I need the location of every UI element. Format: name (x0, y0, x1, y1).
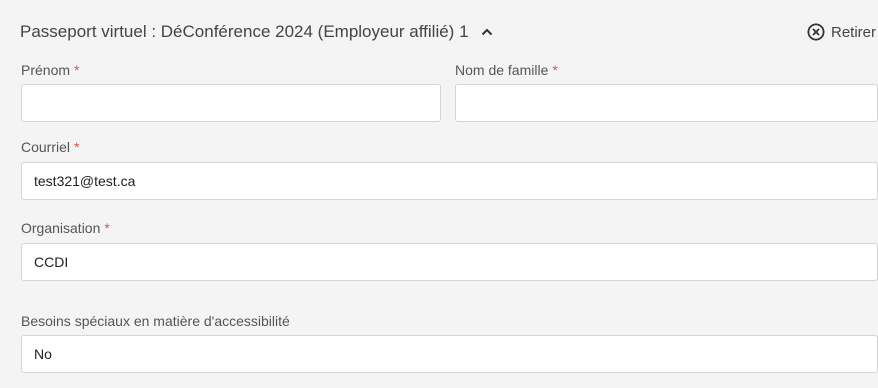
last-name-input[interactable] (455, 84, 878, 122)
email-field[interactable] (21, 162, 878, 200)
first-name-label-text: Prénom (21, 62, 71, 78)
accessibility-input[interactable] (21, 335, 878, 373)
organization-label: Organisation * (21, 220, 110, 236)
close-circle-icon (807, 23, 825, 41)
section-header: Passeport virtuel : DéConférence 2024 (E… (20, 20, 878, 44)
section-title: Passeport virtuel : DéConférence 2024 (E… (20, 22, 469, 41)
accessibility-label: Besoins spéciaux en matière d'accessibil… (21, 313, 290, 329)
remove-label: Retirer (830, 23, 876, 41)
email-label: Courriel * (21, 139, 79, 155)
registration-panel: Passeport virtuel : DéConférence 2024 (E… (0, 0, 878, 388)
collapse-button[interactable] (477, 22, 497, 42)
organization-input[interactable] (21, 243, 878, 281)
required-marker: * (552, 62, 558, 78)
required-marker: * (74, 139, 80, 155)
required-marker: * (74, 62, 80, 78)
email-label-text: Courriel (21, 139, 71, 155)
first-name-input[interactable] (21, 84, 441, 122)
required-marker: * (104, 220, 110, 236)
organization-label-text: Organisation (21, 220, 101, 236)
chevron-up-icon (481, 28, 492, 36)
remove-button[interactable]: Retirer (807, 20, 876, 44)
last-name-label: Nom de famille * (455, 62, 558, 78)
last-name-label-text: Nom de famille (455, 62, 549, 78)
accessibility-label-text: Besoins spéciaux en matière d'accessibil… (21, 313, 290, 329)
first-name-label: Prénom * (21, 62, 79, 78)
